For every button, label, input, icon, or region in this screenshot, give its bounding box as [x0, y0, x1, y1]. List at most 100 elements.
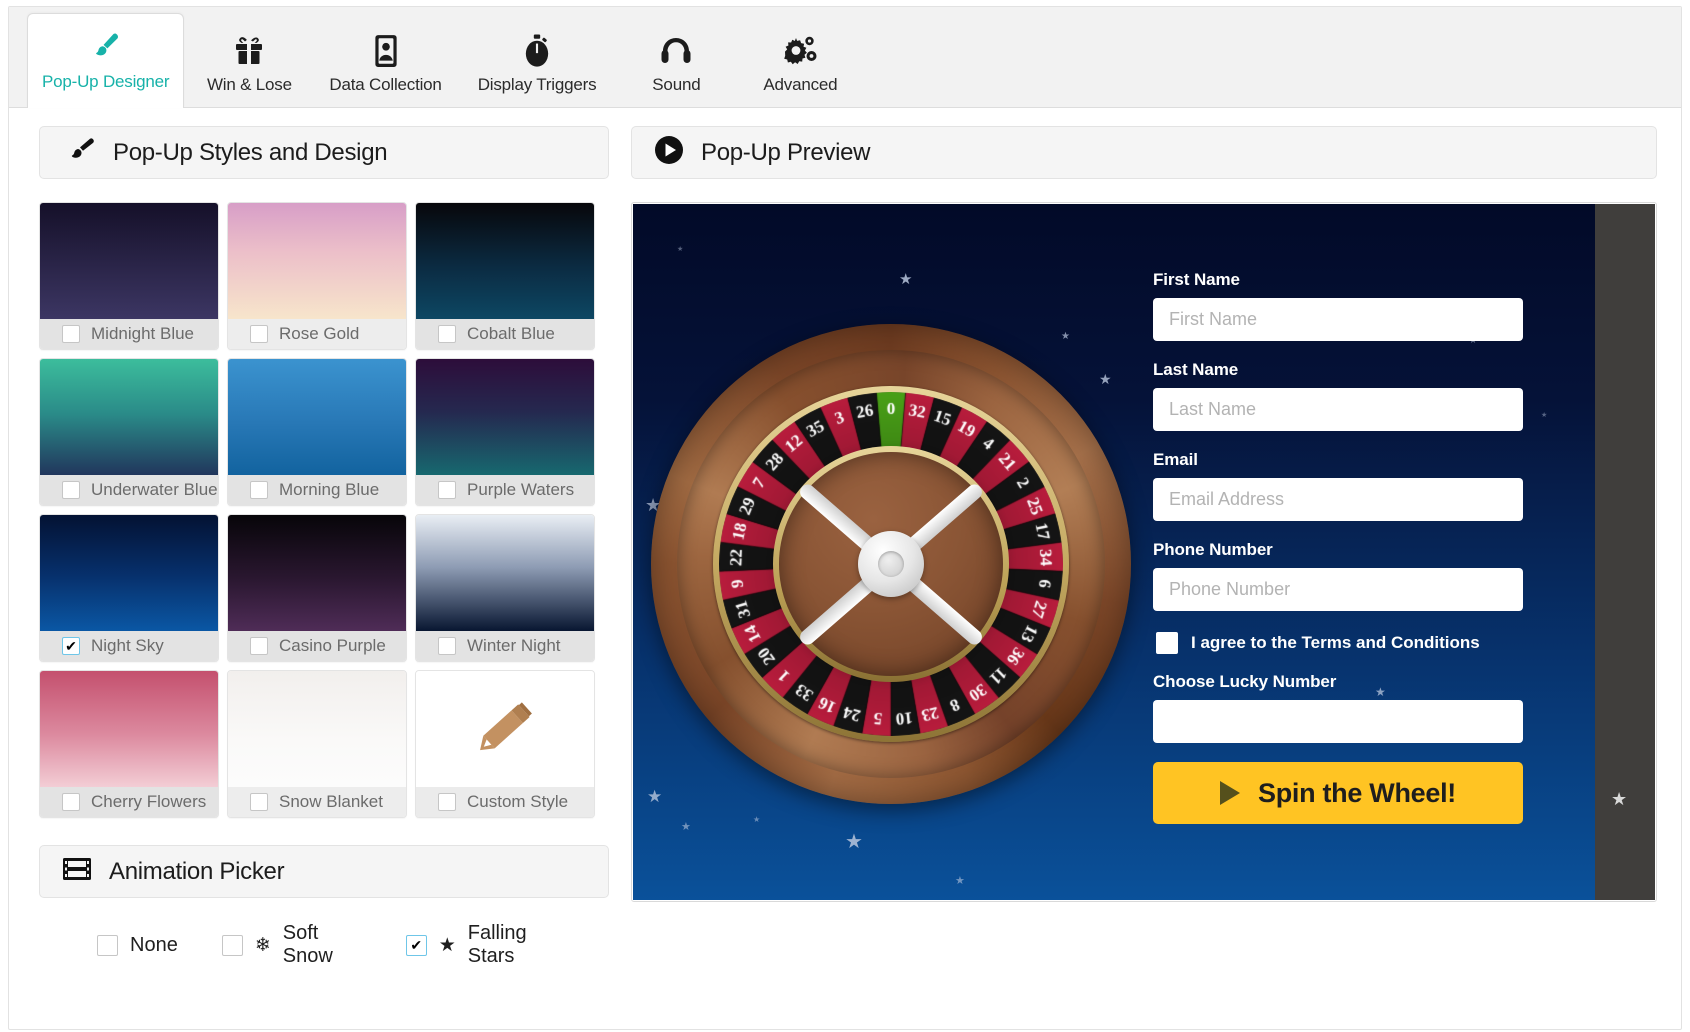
swatch-checkbox[interactable]: [438, 481, 456, 499]
star-icon: ★: [677, 246, 684, 253]
swatch-label: Morning Blue: [279, 480, 380, 499]
swatch-footer: Morning Blue: [228, 475, 406, 505]
tab-label: Display Triggers: [477, 74, 597, 94]
tab-label: Pop-Up Designer: [42, 72, 170, 91]
left-column: Pop-Up Styles and Design Midnight Blue R…: [9, 108, 631, 1029]
last-name-input[interactable]: [1153, 388, 1523, 431]
tab-advanced[interactable]: Advanced: [741, 19, 859, 107]
tab-label: Data Collection: [329, 74, 442, 94]
play-circle-icon: [654, 135, 684, 170]
phone-number-input[interactable]: [1153, 568, 1523, 611]
swatch-thumbnail: [228, 515, 406, 631]
pencil-icon: [469, 696, 541, 763]
swatch-thumbnail: [40, 515, 218, 631]
swatch-label: Rose Gold: [279, 324, 360, 343]
swatch-casino-purple[interactable]: Casino Purple: [227, 514, 407, 662]
swatch-label: Cherry Flowers: [91, 792, 207, 811]
star-icon: ★: [753, 815, 761, 824]
animation-option-none[interactable]: None: [97, 934, 178, 957]
swatch-checkbox[interactable]: [438, 793, 456, 811]
swatch-rose-gold[interactable]: Rose Gold: [227, 202, 407, 350]
play-triangle-icon: [1219, 781, 1240, 805]
swatch-thumbnail: [416, 203, 594, 319]
terms-row[interactable]: I agree to the Terms and Conditions: [1156, 632, 1523, 654]
swatch-footer: Cobalt Blue: [416, 319, 594, 349]
swatch-checkbox[interactable]: [250, 325, 268, 343]
swatch-snow-blanket[interactable]: Snow Blanket: [227, 670, 407, 818]
first-name-input[interactable]: [1153, 298, 1523, 341]
tab-pop-up-designer[interactable]: Pop-Up Designer: [27, 13, 185, 108]
swatch-custom-style[interactable]: Custom Style: [415, 670, 595, 818]
animation-checkbox[interactable]: [97, 934, 118, 956]
gift-icon: [234, 33, 264, 69]
wheel-center-knob: [858, 531, 924, 597]
swatch-cobalt-blue[interactable]: Cobalt Blue: [415, 202, 595, 350]
swatch-thumbnail: [40, 671, 218, 787]
star-icon: ★: [1541, 412, 1548, 419]
tab-label: Advanced: [763, 74, 838, 94]
tab-sound[interactable]: Sound: [617, 19, 735, 107]
animation-option-falling-stars[interactable]: ✔ ★ Falling Stars: [405, 922, 565, 968]
swatch-footer: ✔ Night Sky: [40, 631, 218, 661]
animation-checkbox[interactable]: ✔: [405, 934, 427, 956]
tab-win-and-lose[interactable]: Win & Lose: [190, 19, 308, 107]
phone-number-label: Phone Number: [1153, 540, 1273, 559]
tab-display-triggers[interactable]: Display Triggers: [463, 19, 612, 107]
preview-side-rail: ★: [1595, 204, 1655, 900]
swatch-checkbox[interactable]: [438, 637, 456, 655]
star-icon: ★: [955, 875, 965, 887]
preview-panel-title: Pop-Up Preview: [701, 138, 871, 166]
swatch-midnight-blue[interactable]: Midnight Blue: [39, 202, 219, 350]
swatch-thumbnail: [40, 203, 218, 319]
animation-label: Soft Snow: [282, 922, 333, 967]
swatch-cherry-flowers[interactable]: Cherry Flowers: [39, 670, 219, 818]
swatch-label: Snow Blanket: [279, 792, 383, 811]
film-strip-icon: [62, 856, 92, 887]
star-icon: ★: [1611, 789, 1628, 809]
animation-checkbox[interactable]: [221, 934, 243, 956]
animation-option-soft-snow[interactable]: ❄ Soft Snow: [221, 922, 362, 968]
animation-label: Falling Stars: [467, 922, 527, 967]
swatch-purple-waters[interactable]: Purple Waters: [415, 358, 595, 506]
swatch-footer: Casino Purple: [228, 631, 406, 661]
swatch-checkbox[interactable]: [62, 793, 80, 811]
swatch-footer: Custom Style: [416, 787, 594, 817]
swatch-label: Casino Purple: [279, 636, 386, 655]
star-icon: ★: [899, 271, 913, 288]
swatch-footer: Winter Night: [416, 631, 594, 661]
swatch-label: Midnight Blue: [91, 324, 195, 343]
swatch-label: Cobalt Blue: [467, 324, 555, 343]
swatch-night-sky[interactable]: ✔ Night Sky: [39, 514, 219, 662]
tab-data-collection[interactable]: Data Collection: [314, 19, 456, 107]
swatch-underwater-blue[interactable]: Underwater Blue: [39, 358, 219, 506]
right-column: Pop-Up Preview ★ ★ ★ ★ ★ ★ ★ ★ ★ ★ ★ ★ F…: [631, 108, 1681, 1029]
swatch-label: Underwater Blue: [91, 480, 218, 499]
terms-checkbox[interactable]: [1156, 632, 1178, 654]
swatch-checkbox[interactable]: [250, 481, 268, 499]
swatch-checkbox[interactable]: ✔: [62, 637, 80, 655]
swatch-checkbox[interactable]: [250, 793, 268, 811]
swatch-checkbox[interactable]: [62, 325, 80, 343]
swatch-checkbox[interactable]: [62, 481, 80, 499]
swatch-morning-blue[interactable]: Morning Blue: [227, 358, 407, 506]
swatch-winter-night[interactable]: Winter Night: [415, 514, 595, 662]
lucky-number-label: Choose Lucky Number: [1153, 672, 1337, 691]
swatch-label: Custom Style: [467, 792, 569, 811]
gears-icon: [783, 33, 817, 69]
contact-card-icon: [373, 33, 399, 69]
tab-label: Win & Lose: [206, 74, 292, 94]
last-name-label: Last Name: [1153, 360, 1239, 379]
email-input[interactable]: [1153, 478, 1523, 521]
animation-options: None ❄ Soft Snow ✔ ★ Falling Stars: [39, 922, 609, 968]
swatch-checkbox[interactable]: [438, 325, 456, 343]
preview-stage-wrapper: ★ ★ ★ ★ ★ ★ ★ ★ ★ ★ ★ ★ ★ ★: [631, 202, 1657, 902]
terms-label: I agree to the Terms and Conditions: [1191, 633, 1480, 652]
preview-stage: ★ ★ ★ ★ ★ ★ ★ ★ ★ ★ ★ ★ ★ ★: [633, 204, 1595, 900]
lucky-number-input[interactable]: [1153, 700, 1523, 743]
swatch-footer: Purple Waters: [416, 475, 594, 505]
spin-the-wheel-button[interactable]: Spin the Wheel!: [1153, 762, 1523, 824]
swatch-checkbox[interactable]: [250, 637, 268, 655]
snowflake-icon: ❄: [254, 934, 271, 956]
animation-label: None: [130, 933, 178, 956]
tab-label: Sound: [652, 74, 701, 94]
